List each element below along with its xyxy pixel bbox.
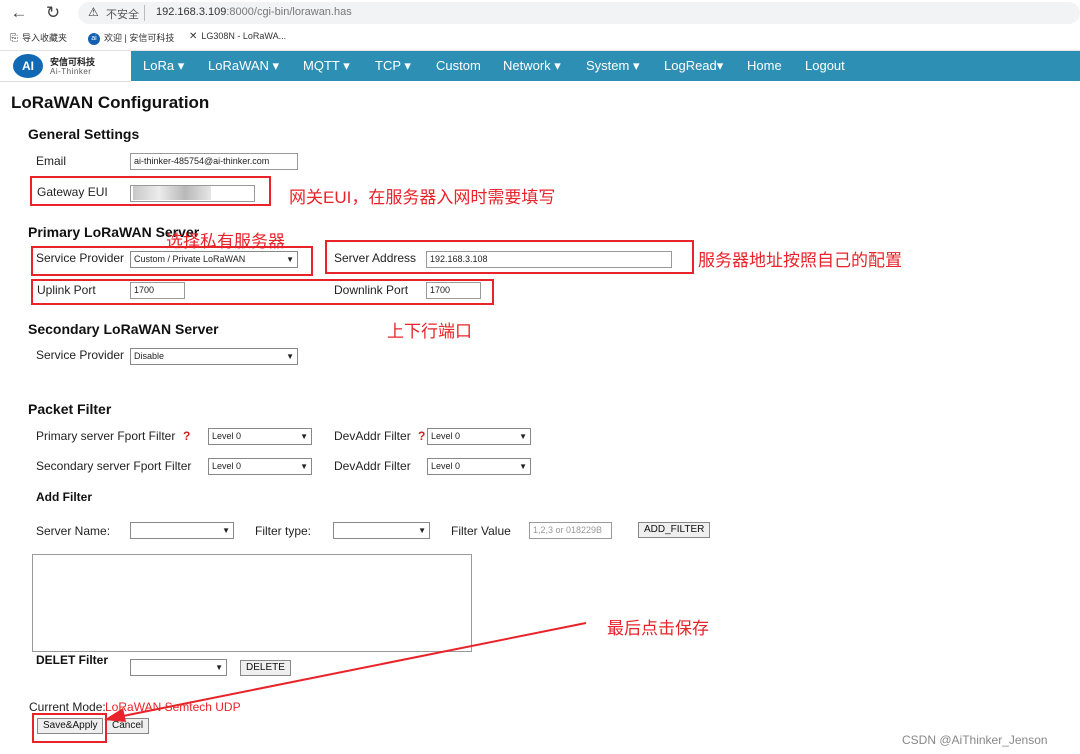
arrow-head [104, 708, 126, 722]
arrow-line [117, 622, 587, 718]
watermark: CSDN @AiThinker_Jenson [902, 733, 1048, 747]
annotation-arrow [104, 622, 587, 722]
